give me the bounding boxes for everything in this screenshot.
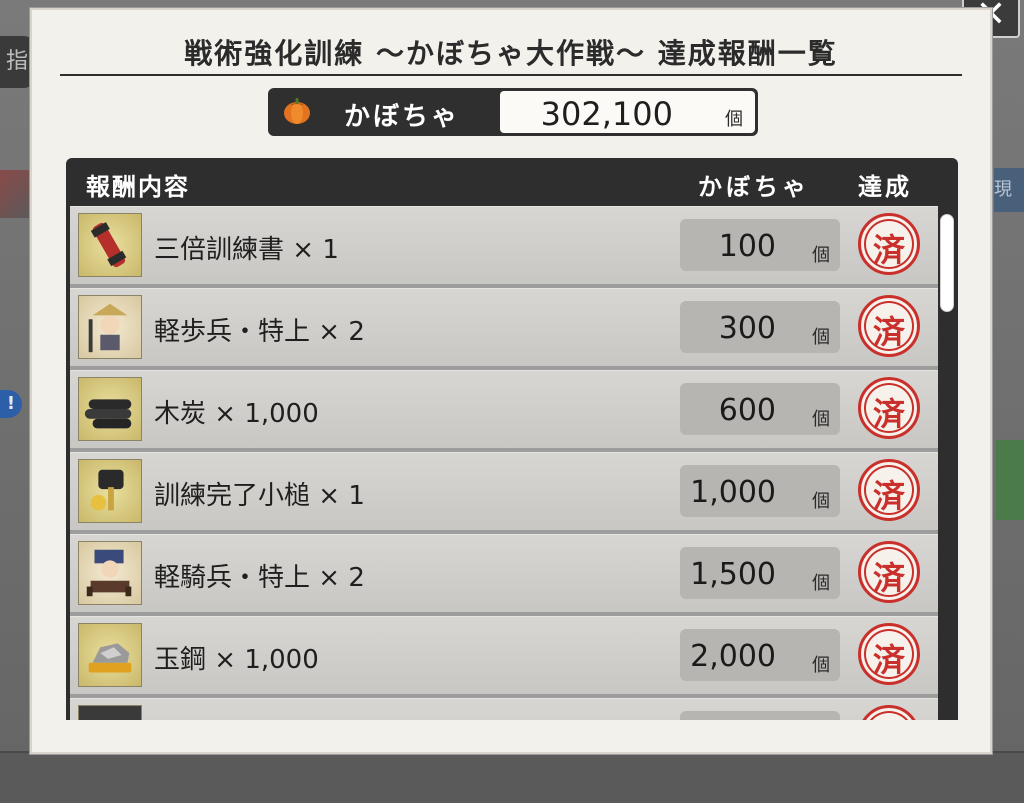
stamp-text: 済 <box>872 313 905 351</box>
pumpkin-counter: かぼちゃ 302,100 個 <box>268 88 758 136</box>
reward-name: 訓練完了小槌 × 1 <box>154 481 365 511</box>
reward-table: 報酬内容 かぼちゃ 達成 三倍訓練書 × 1 100 個 済 軽歩兵・特上 × … <box>66 158 958 720</box>
reward-dialog: 戦術強化訓練 〜かぼちゃ大作戦〜 達成報酬一覧 かぼちゃ 302,100 個 報… <box>30 8 992 754</box>
cost-box: 2,000 個 <box>680 629 840 681</box>
cost-unit: 個 <box>812 245 830 266</box>
background-bottom-bar <box>0 751 1024 803</box>
counter-value-box: 302,100 個 <box>500 91 755 133</box>
cost-box: 1,000 個 <box>680 465 840 517</box>
reward-name: 軽騎兵・特上 × 2 <box>154 563 365 593</box>
counter-value: 302,100 <box>540 95 673 133</box>
dialog-title: 戦術強化訓練 〜かぼちゃ大作戦〜 達成報酬一覧 <box>184 37 838 70</box>
completed-stamp: 済 <box>858 377 920 439</box>
completed-stamp: 済 <box>858 213 920 275</box>
table-header: 報酬内容 かぼちゃ 達成 <box>66 158 958 206</box>
reward-row: 軽歩兵・特上 × 2 300 個 済 <box>70 288 938 366</box>
reward-cost: 2,000 <box>690 639 776 674</box>
stamp-text: 済 <box>872 231 905 269</box>
background-right-button <box>996 440 1024 520</box>
reward-list[interactable]: 三倍訓練書 × 1 100 個 済 軽歩兵・特上 × 2 300 個 済 木炭 … <box>70 206 938 720</box>
cavalry-icon <box>78 541 142 605</box>
reward-row: 軽騎兵・特上 × 2 1,500 個 済 <box>70 534 938 612</box>
reward-cost: 1,500 <box>690 557 776 592</box>
scroll-thumb[interactable] <box>940 214 954 312</box>
reward-row: 玉鋼 × 1,000 2,000 個 済 <box>70 616 938 694</box>
cost-unit: 個 <box>812 655 830 676</box>
stamp-text: 済 <box>872 641 905 679</box>
header-pumpkin: かぼちゃ <box>698 173 810 201</box>
completed-stamp: 済 <box>858 623 920 685</box>
background-tab: 指 <box>0 36 34 88</box>
reward-name: 三倍訓練書 × 1 <box>154 235 339 265</box>
counter-unit: 個 <box>725 109 743 130</box>
counter-label: かぼちゃ <box>344 102 461 132</box>
reward-cost: 300 <box>718 311 776 346</box>
scroll-icon <box>78 213 142 277</box>
reward-row: 木炭 × 1,000 600 個 済 <box>70 370 938 448</box>
header-content: 報酬内容 <box>86 173 190 201</box>
completed-stamp: 済 <box>858 295 920 357</box>
background-banner <box>0 170 34 218</box>
scrollbar[interactable] <box>940 210 954 720</box>
item-icon <box>78 705 142 720</box>
cost-unit: 個 <box>812 409 830 430</box>
reward-name: 玉鋼 × 1,000 <box>154 645 319 675</box>
cost-box: 300 個 <box>680 301 840 353</box>
title-divider <box>60 74 962 76</box>
reward-row: 訓練完了小槌 × 1 1,000 個 済 <box>70 452 938 530</box>
cost-unit: 個 <box>812 491 830 512</box>
info-icon: ! <box>0 390 22 418</box>
reward-row-partial <box>70 698 938 720</box>
pumpkin-icon <box>284 98 310 124</box>
cost-box: 1,500 個 <box>680 547 840 599</box>
completed-stamp: 済 <box>858 541 920 603</box>
cost-unit: 個 <box>812 573 830 594</box>
stamp-text: 済 <box>872 559 905 597</box>
steel-icon <box>78 623 142 687</box>
completed-stamp <box>858 705 920 720</box>
foot-soldier-icon <box>78 295 142 359</box>
reward-cost: 1,000 <box>690 475 776 510</box>
completed-stamp: 済 <box>858 459 920 521</box>
mallet-icon <box>78 459 142 523</box>
reward-row: 三倍訓練書 × 1 100 個 済 <box>70 206 938 284</box>
reward-cost: 100 <box>718 229 776 264</box>
cost-unit: 個 <box>812 327 830 348</box>
stamp-text: 済 <box>872 477 905 515</box>
reward-name: 軽歩兵・特上 × 2 <box>154 317 365 347</box>
header-done: 達成 <box>858 173 912 201</box>
cost-box: 600 個 <box>680 383 840 435</box>
charcoal-icon <box>78 377 142 441</box>
cost-box: 100 個 <box>680 219 840 271</box>
stamp-text: 済 <box>872 395 905 433</box>
cost-box <box>680 711 840 720</box>
reward-name: 木炭 × 1,000 <box>154 399 319 429</box>
background-right-label: 現 <box>994 168 1024 212</box>
reward-cost: 600 <box>718 393 776 428</box>
bottom-fade <box>32 722 990 752</box>
